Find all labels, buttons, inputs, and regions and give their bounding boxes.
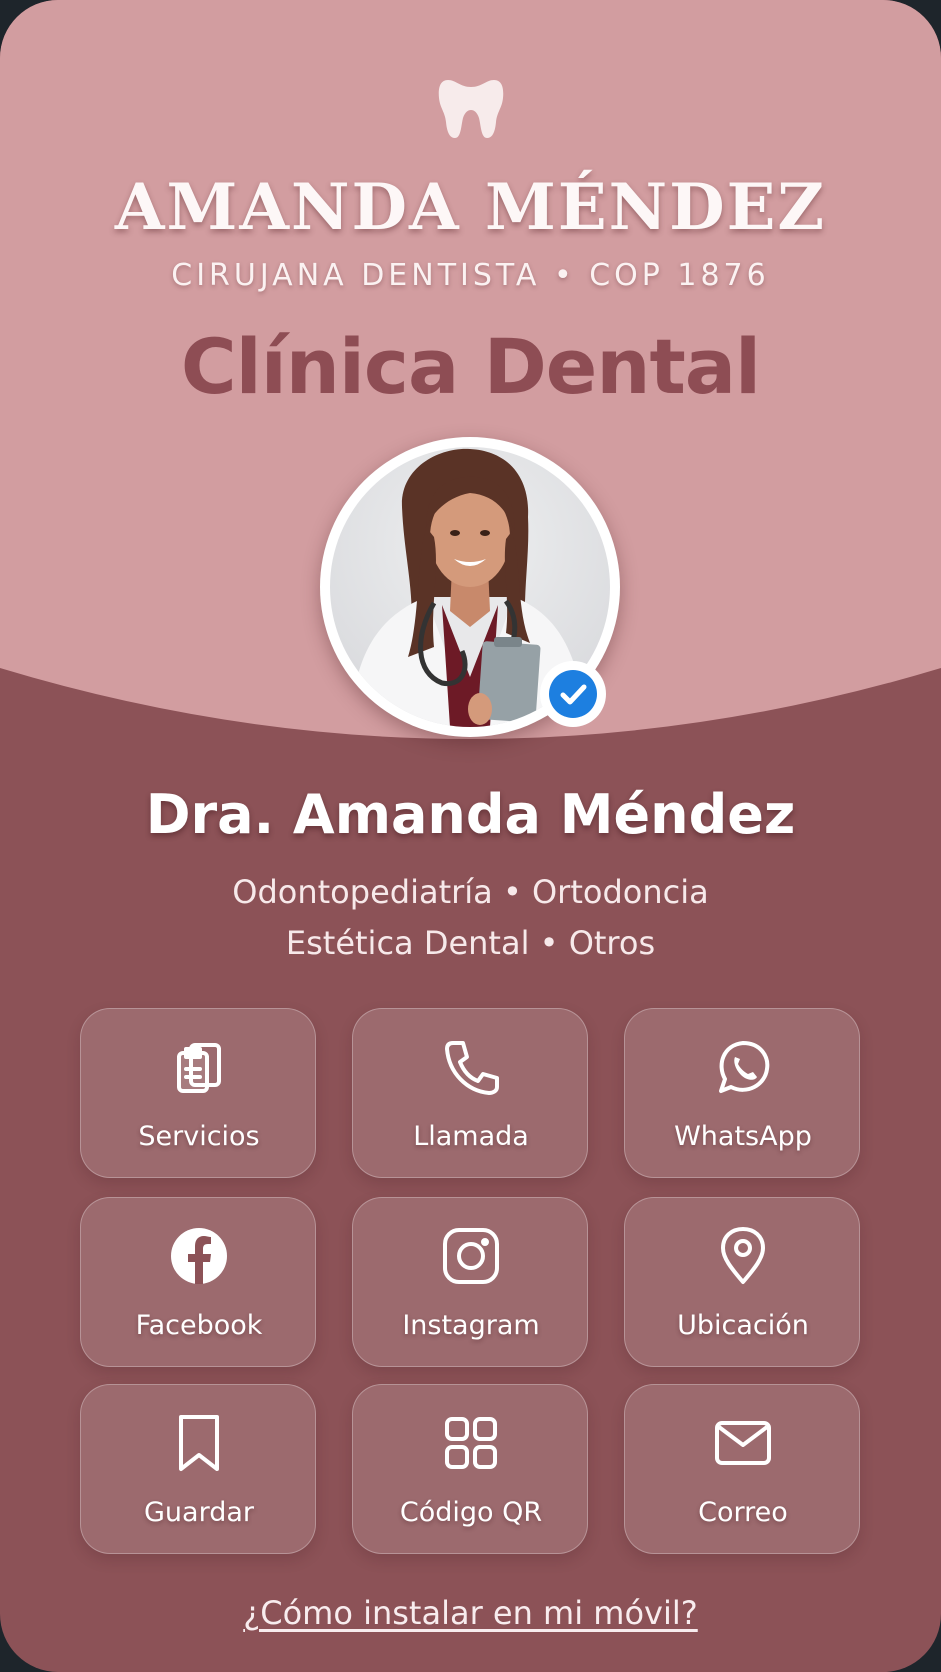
codigo-qr-label: Código QR bbox=[399, 1497, 543, 1528]
instagram-icon bbox=[443, 1228, 499, 1284]
qr-code-icon bbox=[445, 1417, 497, 1469]
correo-button[interactable]: Correo bbox=[624, 1384, 860, 1554]
doctor-name: Dra. Amanda Méndez bbox=[145, 783, 796, 846]
bookmark-icon bbox=[179, 1415, 219, 1471]
header-name: AMANDA MÉNDEZ bbox=[114, 170, 827, 245]
correo-label: Correo bbox=[698, 1497, 788, 1528]
tooth-icon bbox=[438, 80, 504, 138]
servicios-label: Servicios bbox=[138, 1121, 260, 1152]
install-help-link[interactable]: ¿Cómo instalar en mi móvil? bbox=[0, 1594, 941, 1632]
codigo-qr-button[interactable]: Código QR bbox=[352, 1384, 588, 1554]
location-pin-icon bbox=[721, 1227, 765, 1284]
specialties-line-2: Estética Dental • Otros bbox=[285, 924, 656, 962]
whatsapp-icon bbox=[719, 1041, 770, 1093]
facebook-button[interactable]: Facebook bbox=[80, 1197, 316, 1367]
guardar-button[interactable]: Guardar bbox=[80, 1384, 316, 1554]
header-subtitle: CIRUJANA DENTISTA • COP 1876 bbox=[171, 258, 770, 293]
ubicacion-label: Ubicación bbox=[677, 1310, 809, 1341]
clinic-title: Clínica Dental bbox=[180, 322, 761, 411]
ubicacion-button[interactable]: Ubicación bbox=[624, 1197, 860, 1367]
specialties-line-1: Odontopediatría • Ortodoncia bbox=[232, 873, 709, 911]
facebook-icon bbox=[171, 1228, 227, 1284]
action-grid: Servicios Llamada WhatsApp Facebook Inst… bbox=[80, 1008, 861, 1558]
llamada-button[interactable]: Llamada bbox=[352, 1008, 588, 1178]
servicios-button[interactable]: Servicios bbox=[80, 1008, 316, 1178]
llamada-label: Llamada bbox=[413, 1121, 529, 1152]
phone-icon bbox=[445, 1041, 499, 1095]
whatsapp-button[interactable]: WhatsApp bbox=[624, 1008, 860, 1178]
instagram-label: Instagram bbox=[402, 1310, 540, 1341]
facebook-label: Facebook bbox=[135, 1310, 263, 1341]
whatsapp-label: WhatsApp bbox=[674, 1121, 812, 1152]
business-card: AMANDA MÉNDEZ CIRUJANA DENTISTA • COP 18… bbox=[0, 0, 941, 1672]
instagram-button[interactable]: Instagram bbox=[352, 1197, 588, 1367]
clipboard-icon bbox=[177, 1043, 221, 1093]
mail-icon bbox=[715, 1421, 771, 1465]
verified-check-icon bbox=[540, 661, 606, 727]
guardar-label: Guardar bbox=[144, 1497, 254, 1528]
